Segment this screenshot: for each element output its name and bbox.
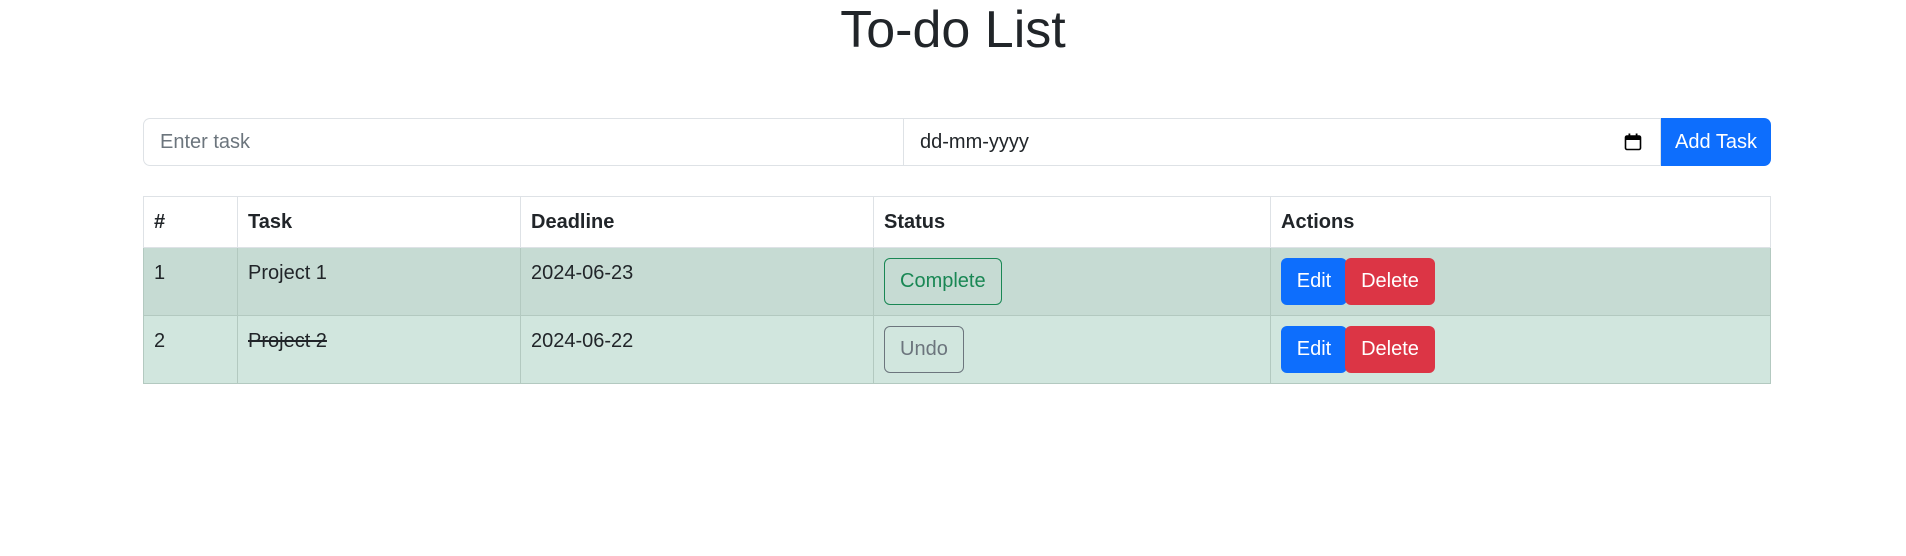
calendar-icon[interactable] — [1624, 133, 1642, 151]
add-task-form: dd-mm-yyyy Add Task — [143, 118, 1771, 166]
undo-button[interactable]: Undo — [884, 326, 964, 373]
table-row: 1 Project 1 2024-06-23 Complete Edit Dele… — [143, 247, 1771, 316]
actions-cell: Edit Delete — [1270, 315, 1771, 384]
table-header-row: # Task Deadline Status Actions — [143, 196, 1771, 248]
task-name-completed: Project 2 — [248, 330, 327, 352]
page: To-do List dd-mm-yyyy Add Task # Task De… — [0, 0, 1906, 556]
delete-button[interactable]: Delete — [1345, 258, 1435, 305]
row-number: 2 — [143, 315, 238, 384]
add-task-button[interactable]: Add Task — [1661, 118, 1771, 166]
column-header-task: Task — [237, 196, 521, 248]
delete-button[interactable]: Delete — [1345, 326, 1435, 373]
status-cell: Undo — [873, 315, 1271, 384]
actions-cell: Edit Delete — [1270, 247, 1771, 316]
task-input[interactable] — [143, 118, 903, 166]
column-header-status: Status — [873, 196, 1271, 248]
table-row: 2 Project 2 2024-06-22 Undo Edit Delete — [143, 315, 1771, 384]
status-cell: Complete — [873, 247, 1271, 316]
deadline-date-input[interactable]: dd-mm-yyyy — [903, 118, 1661, 166]
column-header-actions: Actions — [1270, 196, 1771, 248]
column-header-number: # — [143, 196, 238, 248]
task-deadline: 2024-06-23 — [520, 247, 874, 316]
task-deadline: 2024-06-22 — [520, 315, 874, 384]
row-number: 1 — [143, 247, 238, 316]
date-input-value: dd-mm-yyyy — [920, 130, 1029, 153]
task-name: Project 2 — [237, 315, 521, 384]
complete-button[interactable]: Complete — [884, 258, 1002, 305]
edit-button[interactable]: Edit — [1281, 326, 1347, 373]
task-name: Project 1 — [237, 247, 521, 316]
task-table: # Task Deadline Status Actions 1 Project… — [143, 196, 1771, 384]
edit-button[interactable]: Edit — [1281, 258, 1347, 305]
page-title: To-do List — [840, 1, 1066, 59]
column-header-deadline: Deadline — [520, 196, 874, 248]
